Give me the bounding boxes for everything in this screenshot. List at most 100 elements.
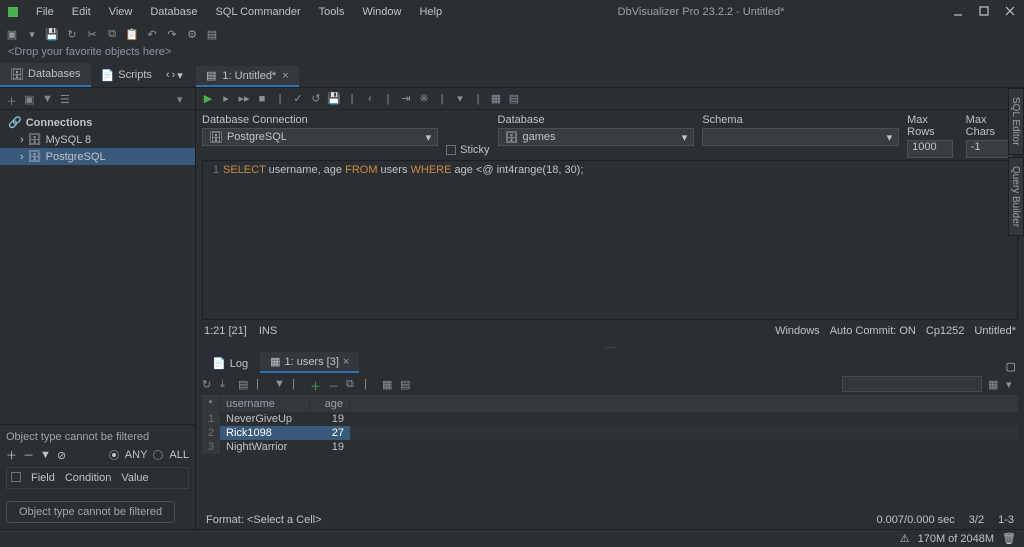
tab-scripts[interactable]: 📄 Scripts [91,63,162,87]
menu-edit[interactable]: Edit [64,4,99,20]
menu-file[interactable]: File [28,4,62,20]
db-connection-select[interactable]: 🗄 PostgreSQL ▾ [202,128,438,146]
maximize-result-icon[interactable]: ▢ [1006,360,1016,373]
chart-icon[interactable]: ▤ [238,378,250,390]
cell-age[interactable]: 19 [310,440,350,454]
rail-query-builder[interactable]: Query Builder [1008,157,1024,236]
maxrows-input[interactable]: 1000 [907,140,953,158]
connections-tree[interactable]: 🔗 Connections › 🗄 MySQL 8 › 🗄 PostgreSQL [0,110,195,424]
editor-tab[interactable]: ▤ 1: Untitled* × [196,66,299,87]
menu-view[interactable]: View [101,4,141,20]
filter-funnel-icon[interactable]: ▼ [40,449,51,461]
format-icon[interactable]: ⇥ [400,93,412,105]
close-tab-icon[interactable]: × [282,70,288,82]
grid-icon[interactable]: ▦ [490,93,502,105]
schema-select[interactable]: ▾ [702,128,899,146]
tree-header[interactable]: 🔗 Connections [0,114,195,131]
col-age[interactable]: age [310,396,350,412]
add-icon[interactable]: ＋ [6,447,17,463]
nav-next-icon[interactable]: › [172,69,176,81]
search-input[interactable] [842,376,982,392]
tree-item-postgresql[interactable]: › 🗄 PostgreSQL [0,148,195,165]
result-grid[interactable]: * username age 1NeverGiveUp192Rick109827… [202,395,1018,511]
collapse-icon[interactable]: ▣ [24,93,36,105]
filter-apply-button[interactable]: Object type cannot be filtered [6,501,175,523]
options-icon[interactable]: ▾ [1006,378,1018,390]
execute-script-icon[interactable]: ▸▸ [238,93,250,105]
filter-checkbox[interactable] [11,472,21,482]
comment-icon[interactable]: ※ [418,93,430,105]
refresh-icon[interactable]: ↻ [202,378,214,390]
new-icon[interactable]: ▾ [26,28,38,40]
minimize-icon[interactable] [952,5,964,20]
connect-icon[interactable]: ▣ [6,28,18,40]
filter-icon[interactable]: ▼ [42,93,54,105]
col-username[interactable]: username [220,396,310,412]
tab-log[interactable]: 📄 Log [202,354,258,373]
menu-help[interactable]: Help [411,4,450,20]
warning-icon[interactable]: ⚠ [900,532,910,545]
close-icon[interactable] [1004,5,1016,20]
view-menu-icon[interactable]: ▾ [454,93,466,105]
copy-icon[interactable]: ⧉ [106,28,118,40]
execute-icon[interactable]: ▶ [202,93,214,105]
tree-item-mysql[interactable]: › 🗄 MySQL 8 [0,131,195,148]
undo-icon[interactable]: ↶ [146,28,158,40]
settings-icon[interactable]: ⚙ [186,28,198,40]
duplicate-row-icon[interactable]: ⧉ [346,378,358,390]
redo-icon[interactable]: ↷ [166,28,178,40]
commit-icon[interactable]: ✓ [292,93,304,105]
maximize-icon[interactable] [978,5,990,20]
save-icon[interactable]: 💾 [46,28,58,40]
add-connection-icon[interactable]: ＋ [6,93,18,105]
columns-icon[interactable]: ▤ [400,378,412,390]
clear-icon[interactable]: ⊘ [57,449,66,462]
cell-age[interactable]: 19 [310,412,350,426]
nav-menu-icon[interactable]: ▾ [177,69,183,82]
close-tab-icon[interactable]: × [343,356,349,368]
stop-icon[interactable]: ■ [256,93,268,105]
save-sql-icon[interactable]: 💾 [328,93,340,105]
cell-username[interactable]: NeverGiveUp [220,412,310,426]
maxchars-input[interactable]: -1 [966,140,1012,158]
cell-username[interactable]: NightWarrior [220,440,310,454]
filter-condition-row[interactable]: Field Condition Value [6,467,189,489]
table-row[interactable]: 2Rick109827 [202,426,1018,440]
remove-icon[interactable]: － [23,447,34,463]
refresh-icon[interactable]: ↻ [66,28,78,40]
export-icon[interactable]: ⤓ [220,378,232,390]
cell-age[interactable]: 27 [310,426,350,440]
delete-row-icon[interactable]: － [328,378,340,390]
execute-current-icon[interactable]: ▸ [220,93,232,105]
tab-users[interactable]: ▦ 1: users [3] × [260,352,359,373]
add-row-icon[interactable]: ＋ [310,378,322,390]
table-row[interactable]: 1NeverGiveUp19 [202,412,1018,426]
cell-username[interactable]: Rick1098 [220,426,310,440]
sql-editor[interactable]: 1SELECT username, age FROM users WHERE a… [202,160,1018,320]
layout-icon[interactable]: ▤ [206,28,218,40]
rail-sql-editor[interactable]: SQL Editor [1008,88,1024,155]
gc-icon[interactable]: 🗑 [1002,532,1016,545]
cut-icon[interactable]: ✂ [86,28,98,40]
menu-tools[interactable]: Tools [311,4,353,20]
grid-view-icon[interactable]: ▦ [382,378,394,390]
sticky-checkbox[interactable] [446,145,456,155]
text-icon[interactable]: ▤ [508,93,520,105]
menu-sql-commander[interactable]: SQL Commander [207,4,308,20]
rollback-icon[interactable]: ↺ [310,93,322,105]
table-row[interactable]: 3NightWarrior19 [202,440,1018,454]
tab-databases[interactable]: 🗄 Databases [0,63,91,87]
view-icon[interactable]: ▦ [988,378,1000,390]
sidebar-menu-icon[interactable]: ☰ [60,93,72,105]
radio-any[interactable] [109,450,119,460]
radio-all[interactable] [153,450,163,460]
history-prev-icon[interactable]: ‹ [364,93,376,105]
database-select[interactable]: 🗄 games ▾ [498,128,695,146]
nav-prev-icon[interactable]: ‹ [166,69,170,81]
sidebar-options-icon[interactable]: ▾ [177,93,189,105]
favorites-drop-hint[interactable]: <Drop your favorite objects here> [0,44,1024,64]
menu-database[interactable]: Database [142,4,205,20]
filter-icon[interactable]: ▼ [274,378,286,390]
splitter-handle[interactable]: .... [196,340,1024,351]
paste-icon[interactable]: 📋 [126,28,138,40]
